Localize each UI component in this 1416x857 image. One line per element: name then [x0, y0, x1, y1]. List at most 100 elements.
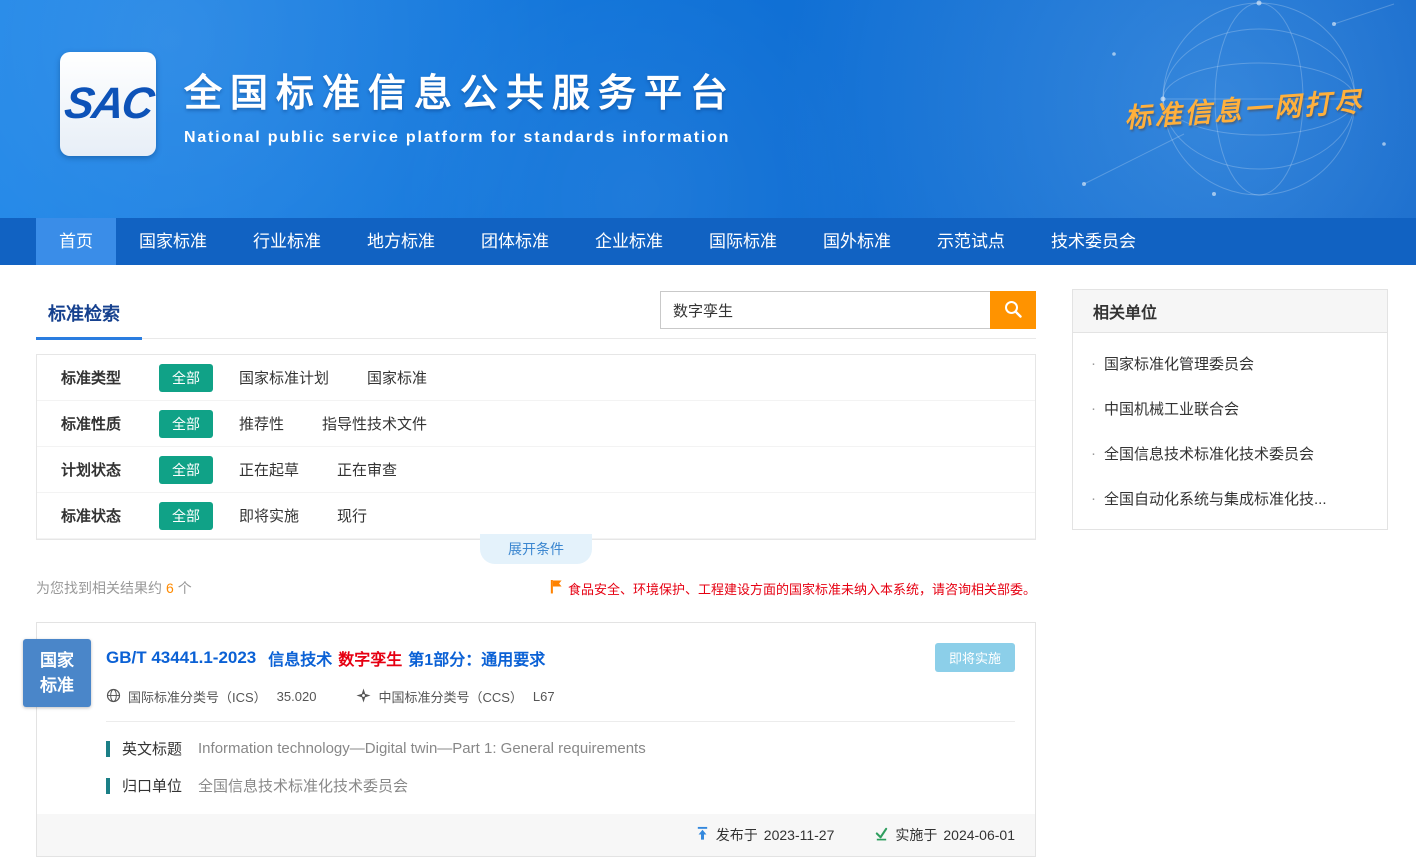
badge-line-2: 标准: [40, 673, 74, 699]
summary-suffix: 个: [178, 580, 192, 596]
nav-inner: 首页 国家标准 行业标准 地方标准 团体标准 企业标准 国际标准 国外标准 示范…: [0, 218, 1416, 265]
expand-conditions-button[interactable]: 展开条件: [480, 534, 592, 564]
accent-bar: [106, 741, 110, 757]
notice-text: 食品安全、环境保护、工程建设方面的国家标准未纳入本系统，请咨询相关部委。: [568, 579, 1036, 598]
site-header: SAC 全国标准信息公共服务平台 National public service…: [0, 0, 1416, 218]
sidebar-item-label: 全国自动化系统与集成标准化技...: [1104, 488, 1327, 509]
search-input[interactable]: [660, 291, 990, 329]
ics-label: 国际标准分类号（ICS）: [128, 687, 267, 706]
brand: SAC 全国标准信息公共服务平台 National public service…: [60, 52, 736, 156]
bullet: ·: [1091, 355, 1096, 372]
ccs-value: L67: [533, 689, 555, 704]
flag-icon: [550, 579, 568, 597]
filter-option[interactable]: 国家标准计划: [239, 367, 329, 388]
publish-label: 发布于: [716, 825, 758, 845]
search-box: [660, 291, 1036, 329]
filter-panel: 标准类型 全部 国家标准计划 国家标准 标准性质 全部 推荐性 指导性技术文件 …: [36, 354, 1036, 540]
department-row: 归口单位 全国信息技术标准化技术委员会: [106, 775, 1015, 796]
nav-item-international-standard[interactable]: 国际标准: [686, 218, 800, 265]
nav-item-group-standard[interactable]: 团体标准: [458, 218, 572, 265]
standard-type-badge: 国家 标准: [23, 639, 91, 707]
card-footer: 发布于 2023-11-27 实施于 2024-06-01: [37, 814, 1035, 856]
sidebar-item-label: 国家标准化管理委员会: [1104, 353, 1254, 374]
filter-label: 计划状态: [61, 459, 159, 480]
card-body: GB/T 43441.1-2023 信息技术数字孪生第1部分：通用要求 即将实施: [37, 623, 1035, 796]
filter-option[interactable]: 即将实施: [239, 505, 299, 526]
results-summary-row: 为您找到相关结果约6个 食品安全、环境保护、工程建设方面的国家标准未纳入本系统，…: [36, 578, 1036, 598]
classification-row: 国际标准分类号（ICS） 35.020 中国标准分类号（CCS） L67: [106, 687, 1015, 706]
publish-date: 2023-11-27: [764, 827, 835, 843]
results-summary: 为您找到相关结果约6个: [36, 578, 192, 598]
filter-option[interactable]: 指导性技术文件: [322, 413, 427, 434]
tab-standard-search[interactable]: 标准检索: [36, 300, 142, 340]
ccs-classification: 中国标准分类号（CCS） L67: [356, 687, 554, 706]
filter-row-standard-status: 标准状态 全部 即将实施 现行: [37, 493, 1035, 539]
nav-item-enterprise-standard[interactable]: 企业标准: [572, 218, 686, 265]
sidebar-title: 相关单位: [1073, 290, 1387, 333]
nav-item-national-standard[interactable]: 国家标准: [116, 218, 230, 265]
nav-item-industry-standard[interactable]: 行业标准: [230, 218, 344, 265]
filter-all-button[interactable]: 全部: [159, 364, 213, 392]
filter-option[interactable]: 推荐性: [239, 413, 284, 434]
main-nav: 首页 国家标准 行业标准 地方标准 团体标准 企业标准 国际标准 国外标准 示范…: [0, 218, 1416, 265]
nav-item-foreign-standard[interactable]: 国外标准: [800, 218, 914, 265]
sidebar-item-machinery-federation[interactable]: · 中国机械工业联合会: [1073, 386, 1387, 431]
department-value: 全国信息技术标准化技术委员会: [198, 775, 408, 796]
filter-row-standard-type: 标准类型 全部 国家标准计划 国家标准: [37, 355, 1035, 401]
nav-item-home[interactable]: 首页: [36, 218, 116, 265]
globe-icon: [106, 688, 128, 706]
search-results-column: 标准检索 标准类型 全部 国家标准计划 国家标准: [36, 289, 1036, 857]
title-prefix: 信息技术: [268, 652, 332, 669]
sidebar-item-sac[interactable]: · 国家标准化管理委员会: [1073, 341, 1387, 386]
result-count: 6: [166, 580, 174, 596]
search-button[interactable]: [990, 291, 1036, 329]
filter-all-button[interactable]: 全部: [159, 456, 213, 484]
filter-option[interactable]: 正在审查: [337, 459, 397, 480]
ics-value: 35.020: [277, 689, 317, 704]
sidebar-item-label: 中国机械工业联合会: [1104, 398, 1239, 419]
filter-option[interactable]: 正在起草: [239, 459, 299, 480]
filter-all-button[interactable]: 全部: [159, 502, 213, 530]
english-title-row: 英文标题 Information technology—Digital twin…: [106, 738, 1015, 759]
filter-label: 标准状态: [61, 505, 159, 526]
implement-label: 实施于: [895, 825, 937, 845]
nav-item-local-standard[interactable]: 地方标准: [344, 218, 458, 265]
sidebar-item-label: 全国信息技术标准化技术委员会: [1104, 443, 1314, 464]
sidebar-item-it-standards-committee[interactable]: · 全国信息技术标准化技术委员会: [1073, 431, 1387, 476]
english-title-label: 英文标题: [122, 738, 182, 759]
sac-logo[interactable]: SAC: [60, 52, 156, 156]
publish-date-item: 发布于 2023-11-27: [695, 825, 835, 845]
brand-text: 全国标准信息公共服务平台 National public service pla…: [184, 62, 736, 147]
site-title: 全国标准信息公共服务平台: [184, 62, 736, 117]
summary-prefix: 为您找到相关结果约: [36, 580, 162, 596]
accent-bar: [106, 778, 110, 794]
bullet: ·: [1091, 445, 1096, 462]
ics-classification: 国际标准分类号（ICS） 35.020: [106, 687, 316, 706]
sidebar-item-automation-standards-committee[interactable]: · 全国自动化系统与集成标准化技...: [1073, 476, 1387, 521]
implement-check-icon: [874, 826, 895, 844]
standard-result-card: 国家 标准 GB/T 43441.1-2023 信息技术数字孪生第1部分：通用要…: [36, 622, 1036, 857]
filter-label: 标准类型: [61, 367, 159, 388]
status-badge: 即将实施: [935, 643, 1015, 672]
ccs-label: 中国标准分类号（CCS）: [378, 687, 522, 706]
filter-option[interactable]: 现行: [337, 505, 367, 526]
filter-option[interactable]: 国家标准: [367, 367, 427, 388]
standard-title-link[interactable]: 信息技术数字孪生第1部分：通用要求: [268, 646, 545, 670]
card-title-row: GB/T 43441.1-2023 信息技术数字孪生第1部分：通用要求 即将实施: [106, 643, 1015, 672]
nav-item-technical-committee[interactable]: 技术委员会: [1028, 218, 1159, 265]
title-highlighted-keyword: 数字孪生: [338, 652, 402, 669]
nav-item-pilot-demonstration[interactable]: 示范试点: [914, 218, 1028, 265]
sidebar-list: · 国家标准化管理委员会 · 中国机械工业联合会 · 全国信息技术标准化技术委员…: [1073, 333, 1387, 529]
implement-date: 2024-06-01: [943, 827, 1015, 843]
search-icon: [1003, 299, 1023, 322]
implement-date-item: 实施于 2024-06-01: [874, 825, 1015, 845]
related-organizations-sidebar: 相关单位 · 国家标准化管理委员会 · 中国机械工业联合会 · 全国信息技术标准…: [1072, 289, 1388, 530]
filter-row-standard-nature: 标准性质 全部 推荐性 指导性技术文件: [37, 401, 1035, 447]
bullet: ·: [1091, 490, 1096, 507]
card-divider: [106, 721, 1015, 722]
publish-upload-icon: [695, 826, 716, 844]
english-title-value: Information technology—Digital twin—Part…: [198, 740, 646, 757]
title-suffix: 第1部分：通用要求: [408, 652, 545, 669]
standard-code-link[interactable]: GB/T 43441.1-2023: [106, 648, 256, 668]
filter-all-button[interactable]: 全部: [159, 410, 213, 438]
